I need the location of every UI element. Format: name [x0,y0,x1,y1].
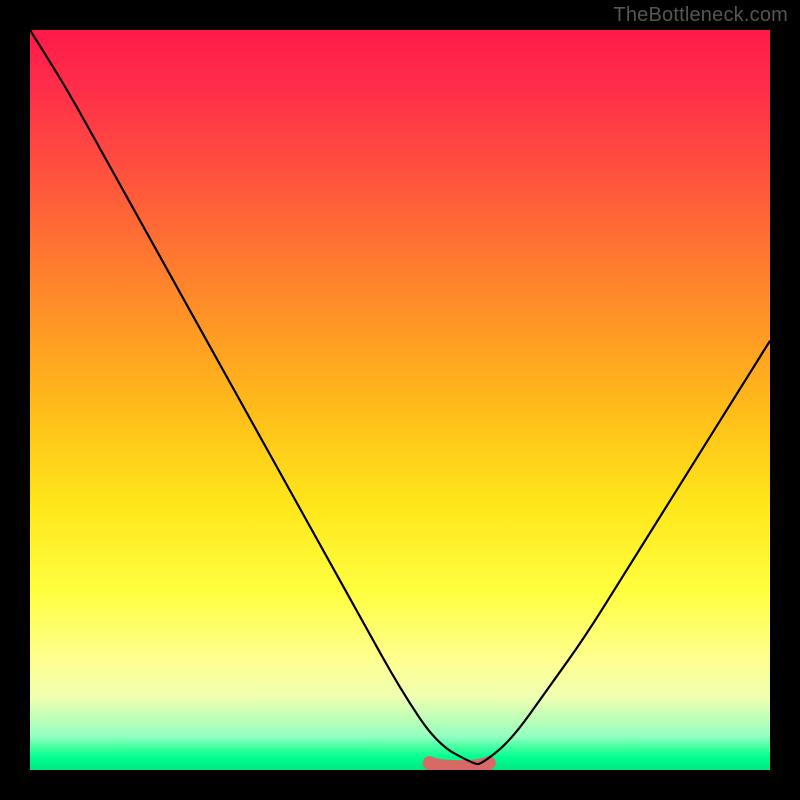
plot-area [30,30,770,770]
watermark-text: TheBottleneck.com [613,4,788,27]
chart-svg [30,30,770,770]
bottleneck-curve [30,30,770,764]
